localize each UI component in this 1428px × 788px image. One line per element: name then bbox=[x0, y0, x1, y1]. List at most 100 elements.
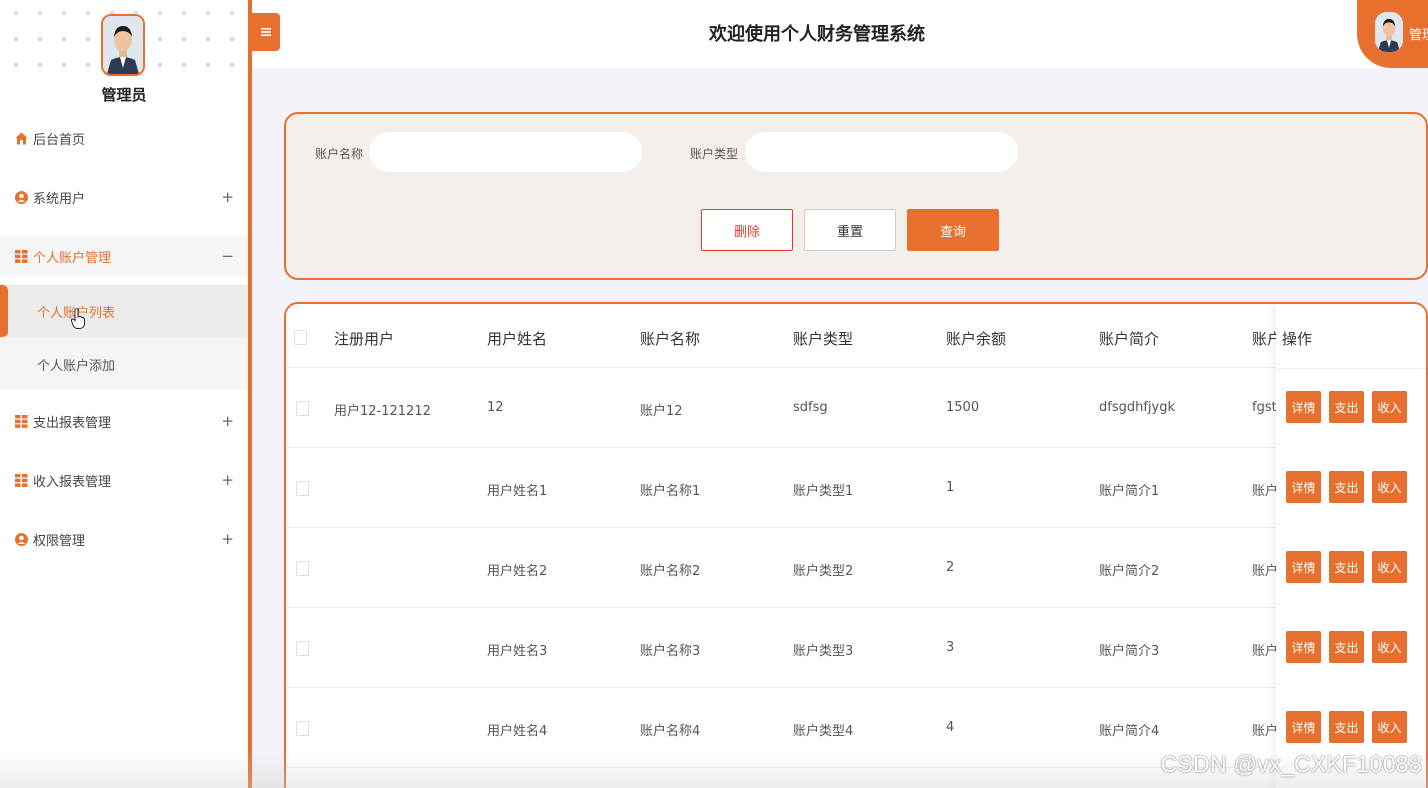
cell-type: 账户类型2 bbox=[793, 564, 854, 579]
income-button[interactable]: 收入 bbox=[1372, 711, 1407, 743]
collapse-icon[interactable]: − bbox=[221, 247, 234, 265]
active-indicator bbox=[0, 285, 8, 337]
avatar bbox=[1375, 12, 1403, 52]
column-header[interactable]: 用户姓名 bbox=[487, 328, 547, 349]
cell-intro: 账户简介2 bbox=[1099, 564, 1160, 579]
income-button[interactable]: 收入 bbox=[1372, 471, 1407, 503]
expense-button[interactable]: 支出 bbox=[1329, 391, 1364, 423]
user-label: 管理 bbox=[1409, 28, 1428, 43]
cell-type: 账户类型4 bbox=[793, 724, 854, 739]
submenu-item-account-list[interactable]: 个人账户列表 bbox=[0, 285, 248, 337]
cell-type: sdfsg bbox=[793, 400, 828, 415]
cell-name: 用户姓名4 bbox=[487, 724, 548, 739]
account-table: 注册用户 用户姓名 账户名称 账户类型 账户余额 账户简介 账户 用户12-12… bbox=[284, 302, 1428, 788]
menu-item-expense-reports[interactable]: 支出报表管理 + bbox=[0, 401, 248, 441]
expense-button[interactable]: 支出 bbox=[1329, 551, 1364, 583]
hand-cursor-icon bbox=[70, 308, 85, 329]
menu-item-label: 支出报表管理 bbox=[33, 415, 112, 431]
row-checkbox[interactable] bbox=[296, 721, 309, 736]
row-checkbox[interactable] bbox=[296, 561, 309, 576]
menu-item-label: 收入报表管理 bbox=[33, 474, 112, 490]
cell-account: 账户名称4 bbox=[640, 724, 701, 739]
cell-balance: 1 bbox=[946, 480, 955, 495]
submenu-item-account-add[interactable]: 个人账户添加 bbox=[0, 338, 248, 390]
cell-balance: 3 bbox=[946, 640, 955, 655]
menu-item-label: 后台首页 bbox=[33, 132, 86, 148]
admin-avatar[interactable] bbox=[101, 14, 145, 76]
column-header: 操作 bbox=[1282, 330, 1313, 348]
cell-type: 账户类型1 bbox=[793, 484, 854, 499]
cell-type: 账户类型3 bbox=[793, 644, 854, 659]
menu-item-account-management[interactable]: 个人账户管理 − bbox=[0, 236, 248, 276]
detail-button[interactable]: 详情 bbox=[1286, 471, 1321, 503]
row-checkbox[interactable] bbox=[296, 641, 309, 656]
detail-button[interactable]: 详情 bbox=[1286, 391, 1321, 423]
user-icon bbox=[15, 532, 28, 546]
operations-column: 操作 详情 支出 收入 详情 支出 收入 详情 支出 收入 详情 支出 收入 详… bbox=[1276, 304, 1426, 788]
watermark: CSDN @vx_CXKF10088 bbox=[1160, 751, 1422, 777]
menu-item-label: 系统用户 bbox=[33, 191, 86, 207]
submenu-item-label: 个人账户添加 bbox=[37, 358, 116, 374]
user-menu[interactable]: 管理 bbox=[1357, 0, 1428, 68]
menu-item-permissions[interactable]: 权限管理 + bbox=[0, 519, 248, 559]
account-type-input[interactable] bbox=[744, 131, 1019, 173]
cell-balance: 2 bbox=[946, 560, 955, 575]
home-icon bbox=[15, 132, 28, 145]
detail-button[interactable]: 详情 bbox=[1286, 711, 1321, 743]
sidebar: 管理员 后台首页 系统用户 + 个人账户管理 − 个人账户列表 个人账户添加 支… bbox=[0, 0, 248, 788]
cell-name: 12 bbox=[487, 400, 504, 415]
reset-button[interactable]: 重置 bbox=[804, 209, 896, 251]
expand-icon[interactable]: + bbox=[221, 471, 234, 489]
cell-balance: 4 bbox=[946, 720, 955, 735]
cell-name: 用户姓名3 bbox=[487, 644, 548, 659]
income-button[interactable]: 收入 bbox=[1372, 631, 1407, 663]
grid-icon bbox=[15, 473, 28, 487]
income-button[interactable]: 收入 bbox=[1372, 551, 1407, 583]
menu-item-income-reports[interactable]: 收入报表管理 + bbox=[0, 460, 248, 500]
menu-item-label: 权限管理 bbox=[33, 533, 86, 549]
cell-user: 用户12-121212 bbox=[334, 404, 431, 419]
select-all-checkbox[interactable] bbox=[294, 330, 307, 345]
cell-intro: 账户简介1 bbox=[1099, 484, 1160, 499]
table-row[interactable]: 用户姓名2 账户名称2 账户类型2 2 账户简介2 账户i bbox=[286, 528, 1426, 608]
column-header[interactable]: 账户余额 bbox=[946, 328, 1006, 349]
delete-button[interactable]: 删除 bbox=[701, 209, 793, 251]
user-icon bbox=[15, 190, 28, 204]
cell-name: 用户姓名1 bbox=[487, 484, 548, 499]
expense-button[interactable]: 支出 bbox=[1329, 711, 1364, 743]
detail-button[interactable]: 详情 bbox=[1286, 631, 1321, 663]
menu-item-home[interactable]: 后台首页 bbox=[0, 118, 248, 158]
cell-intro: dfsgdhfjygk bbox=[1099, 400, 1176, 415]
detail-button[interactable]: 详情 bbox=[1286, 551, 1321, 583]
cell-account: 账户名称3 bbox=[640, 644, 701, 659]
query-button[interactable]: 查询 bbox=[907, 209, 999, 251]
row-checkbox[interactable] bbox=[296, 401, 309, 416]
income-button[interactable]: 收入 bbox=[1372, 391, 1407, 423]
table-header: 注册用户 用户姓名 账户名称 账户类型 账户余额 账户简介 账户 bbox=[286, 304, 1426, 368]
account-name-input[interactable] bbox=[368, 131, 643, 173]
table-row[interactable]: 用户姓名3 账户名称3 账户类型3 3 账户简介3 账户i bbox=[286, 608, 1426, 688]
cell-account: 账户名称1 bbox=[640, 484, 701, 499]
column-header[interactable]: 注册用户 bbox=[334, 328, 394, 349]
expand-icon[interactable]: + bbox=[221, 412, 234, 430]
row-checkbox[interactable] bbox=[296, 481, 309, 496]
expand-icon[interactable]: + bbox=[221, 530, 234, 548]
column-header[interactable]: 账户简介 bbox=[1099, 328, 1159, 349]
menu-item-system-users[interactable]: 系统用户 + bbox=[0, 177, 248, 217]
cell-name: 用户姓名2 bbox=[487, 564, 548, 579]
cell-account: 账户名称2 bbox=[640, 564, 701, 579]
cell-account: 账户12 bbox=[640, 404, 683, 419]
cell-intro: 账户简介4 bbox=[1099, 724, 1160, 739]
column-header[interactable]: 账户名称 bbox=[640, 328, 700, 349]
search-panel: 账户名称 账户类型 删除 重置 查询 bbox=[284, 112, 1428, 280]
expand-icon[interactable]: + bbox=[221, 188, 234, 206]
expense-button[interactable]: 支出 bbox=[1329, 631, 1364, 663]
column-header[interactable]: 账户类型 bbox=[793, 328, 853, 349]
menu-item-label: 个人账户管理 bbox=[33, 250, 112, 266]
page-title: 欢迎使用个人财务管理系统 bbox=[709, 24, 925, 45]
role-label: 管理员 bbox=[101, 86, 147, 104]
table-row[interactable]: 用户12-121212 12 账户12 sdfsg 1500 dfsgdhfjy… bbox=[286, 368, 1426, 448]
table-row[interactable]: 用户姓名1 账户名称1 账户类型1 1 账户简介1 账户i bbox=[286, 448, 1426, 528]
expense-button[interactable]: 支出 bbox=[1329, 471, 1364, 503]
sidebar-border bbox=[248, 0, 252, 788]
